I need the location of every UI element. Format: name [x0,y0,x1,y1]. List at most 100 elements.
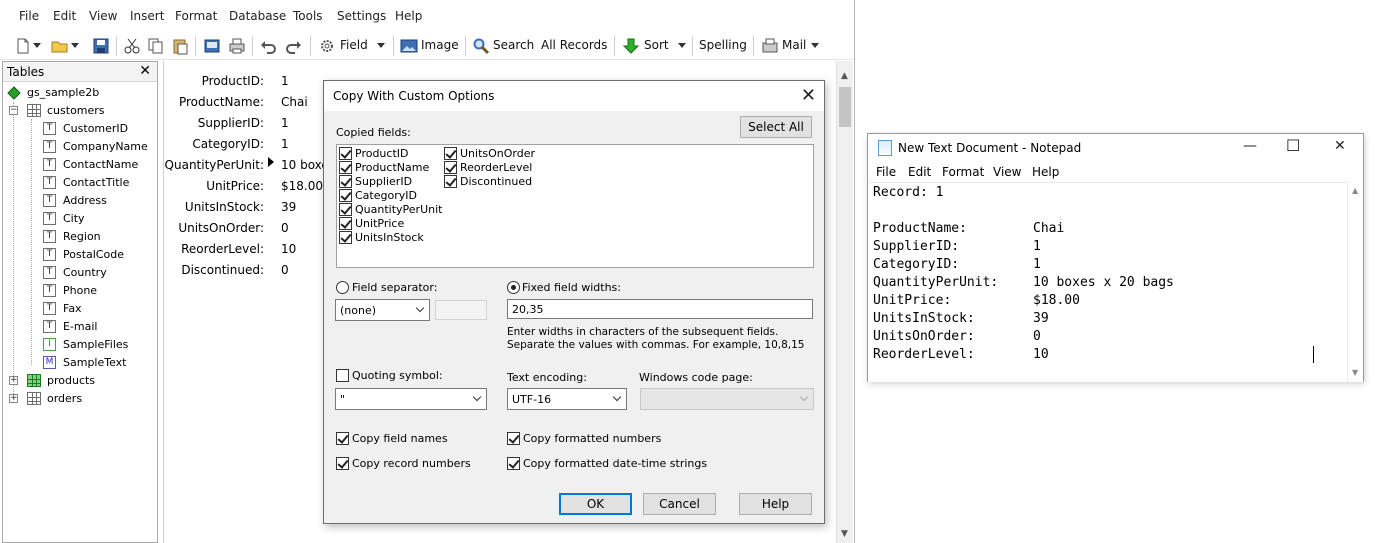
scroll-down-icon[interactable]: ▼ [841,529,848,539]
sort-dropdown-arrow-icon[interactable] [678,43,686,48]
mail-button[interactable]: Mail [782,38,806,52]
gear-icon[interactable] [318,37,336,55]
help-button[interactable]: Help [739,493,812,515]
tree-table-orders[interactable]: + orders [7,390,157,408]
image-button[interactable]: Image [421,38,459,52]
tree-field[interactable]: T PostalCode [43,246,155,264]
field-button[interactable]: Field [340,38,368,52]
notepad-menu-format[interactable]: Format [942,165,984,179]
scroll-up-icon[interactable]: ▲ [841,71,848,81]
minimize-icon[interactable]: — [1243,138,1257,154]
field-checkbox[interactable] [339,217,352,230]
copy-field-names-checkbox[interactable] [336,432,349,445]
tree-field[interactable]: T Phone [43,282,155,300]
spelling-button[interactable]: Spelling [699,38,747,52]
menu-tools[interactable]: Tools [293,9,323,23]
record-field-value[interactable]: 10 [281,242,296,256]
tree-field[interactable]: T City [43,210,155,228]
paste-icon[interactable] [171,37,189,55]
tree-database[interactable]: gs_sample2b [7,84,157,102]
field-checkbox[interactable] [339,203,352,216]
notepad-menu-view[interactable]: View [993,165,1021,179]
select-all-button[interactable]: Select All [740,116,812,138]
cut-icon[interactable] [123,37,141,55]
menu-format[interactable]: Format [175,9,217,23]
notepad-text-area[interactable]: Record: 1 ProductName: Chai SupplierID: … [868,182,1348,382]
copy-record-numbers-checkbox[interactable] [336,457,349,470]
field-checkbox[interactable] [444,161,457,174]
new-dropdown-arrow-icon[interactable] [33,43,41,48]
cancel-button[interactable]: Cancel [643,493,716,515]
quoting-symbol-select[interactable]: " [335,388,487,410]
menu-file[interactable]: File [19,9,39,23]
record-field-value[interactable]: 1 [281,74,289,88]
tree-field[interactable]: T Region [43,228,155,246]
tree-table-products[interactable]: + products [7,372,157,390]
maximize-icon[interactable]: ☐ [1286,136,1300,155]
scroll-down-icon[interactable]: ▼ [1352,368,1358,377]
mail-icon[interactable] [761,37,779,55]
copy-icon[interactable] [147,37,165,55]
save-icon[interactable] [92,37,110,55]
record-field-value[interactable]: 1 [281,116,289,130]
field-checkbox[interactable] [444,147,457,160]
close-icon[interactable]: ✕ [1334,138,1346,154]
undo-icon[interactable] [259,37,277,55]
form-view-icon[interactable] [203,37,221,55]
tree-field[interactable]: T Fax [43,300,155,318]
custom-separator-input[interactable] [435,300,487,320]
print-icon[interactable] [228,37,246,55]
tree-table-customers[interactable]: − customers [7,102,157,120]
expand-icon[interactable]: + [9,376,18,385]
menu-view[interactable]: View [89,9,117,23]
tree-field[interactable]: T ContactTitle [43,174,155,192]
tree-field[interactable]: I SampleFiles [43,336,155,354]
tree-field[interactable]: T E-mail [43,318,155,336]
tree-field[interactable]: T Address [43,192,155,210]
text-encoding-select[interactable]: UTF-16 [507,388,627,410]
field-checkbox[interactable] [444,175,457,188]
record-field-value[interactable]: 0 [281,263,289,277]
field-separator-select[interactable]: (none) [335,299,430,321]
menu-insert[interactable]: Insert [130,9,164,23]
field-dropdown-arrow-icon[interactable] [377,43,385,48]
sort-button[interactable]: Sort [644,38,669,52]
search-button[interactable]: Search [493,38,534,52]
record-field-value[interactable]: 1 [281,137,289,151]
tree-field[interactable]: T Country [43,264,155,282]
field-checkbox[interactable] [339,231,352,244]
field-checkbox[interactable] [339,189,352,202]
open-folder-icon[interactable] [51,37,69,55]
fixed-widths-radio[interactable] [507,281,520,294]
scroll-thumb[interactable] [839,87,851,127]
tree-field[interactable]: T ContactName [43,156,155,174]
menu-settings[interactable]: Settings [337,9,386,23]
notepad-menu-file[interactable]: File [876,165,896,179]
notepad-menu-help[interactable]: Help [1032,165,1059,179]
record-vertical-scrollbar[interactable]: ▲ ▼ [836,61,853,543]
notepad-vertical-scrollbar[interactable]: ▲ ▼ [1347,182,1363,382]
record-field-value[interactable]: 10 boxe [281,158,329,172]
windows-code-page-select[interactable] [640,388,814,410]
mail-dropdown-arrow-icon[interactable] [811,43,819,48]
expand-icon[interactable]: + [9,394,18,403]
copy-formatted-numbers-checkbox[interactable] [507,432,520,445]
sort-arrow-down-icon[interactable] [622,37,640,55]
ok-button[interactable]: OK [559,493,632,515]
image-icon[interactable] [400,37,418,55]
record-field-value[interactable]: 39 [281,200,296,214]
close-icon[interactable]: ✕ [801,85,816,106]
all-records-button[interactable]: All Records [541,38,607,52]
new-document-icon[interactable] [14,37,32,55]
record-field-value[interactable]: 0 [281,221,289,235]
tree-field[interactable]: T CustomerID [43,120,155,138]
close-icon[interactable]: ✕ [139,63,151,79]
tree-field[interactable]: M SampleText [43,354,155,372]
quoting-symbol-checkbox[interactable] [336,369,349,382]
fixed-widths-input[interactable]: 20,35 [507,299,813,319]
search-icon[interactable] [472,37,490,55]
record-field-value[interactable]: $18.00 [281,179,323,193]
redo-icon[interactable] [285,37,303,55]
collapse-icon[interactable]: − [9,106,18,115]
field-checkbox[interactable] [339,175,352,188]
